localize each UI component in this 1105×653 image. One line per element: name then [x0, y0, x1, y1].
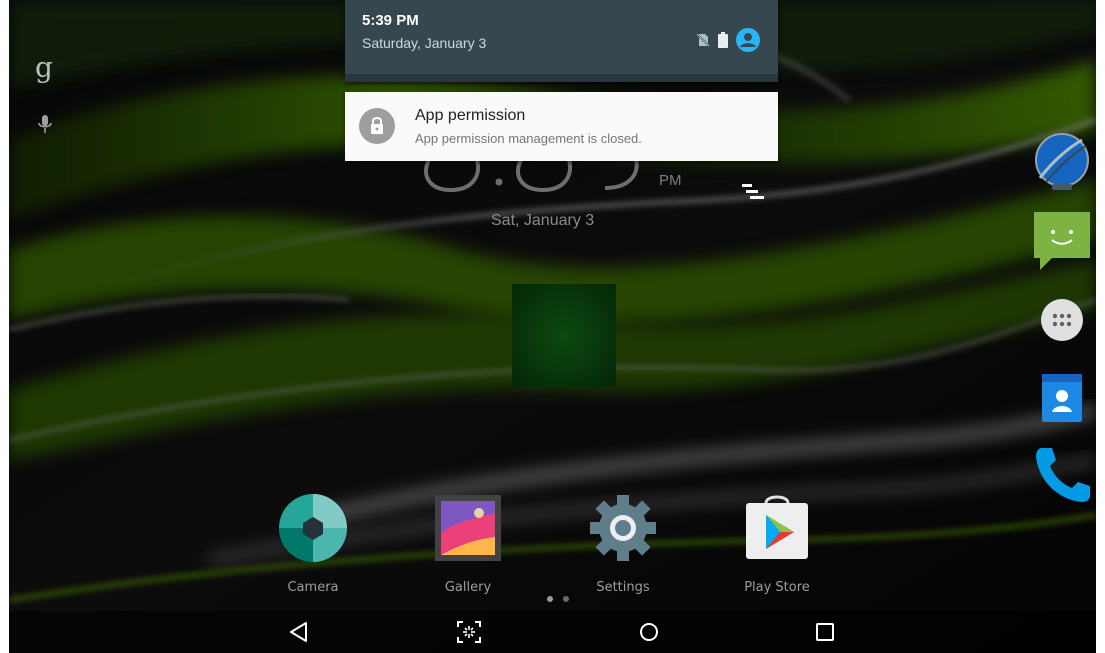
camera-label: Camera	[287, 580, 339, 595]
play-store-app[interactable]: Play Store	[722, 493, 832, 603]
apps-grid-icon	[1041, 299, 1083, 341]
camera-app[interactable]: Camera	[258, 493, 368, 603]
notification-app-permission[interactable]: App permission App permission management…	[345, 92, 778, 161]
microphone-icon[interactable]	[37, 114, 53, 136]
phone-app[interactable]	[1032, 444, 1092, 504]
recents-icon[interactable]	[812, 620, 838, 644]
settings-label: Settings	[596, 580, 650, 595]
play-store-icon	[746, 495, 808, 559]
phone-icon	[1036, 448, 1090, 502]
page-indicator	[547, 596, 569, 602]
shade-divider	[345, 74, 778, 82]
notification-text: App permission management is closed.	[415, 131, 642, 146]
gallery-label: Gallery	[444, 580, 492, 595]
messaging-icon	[1034, 212, 1090, 270]
lock-icon	[371, 117, 383, 134]
page-dot-1	[547, 596, 553, 602]
camera-icon	[279, 494, 347, 562]
messaging-app[interactable]	[1032, 210, 1092, 270]
clock-menu-icon[interactable]	[742, 182, 764, 202]
browser-icon[interactable]	[1032, 132, 1092, 192]
settings-icon	[590, 495, 656, 561]
notification-icon-circle	[359, 108, 395, 144]
gallery-icon	[435, 495, 501, 561]
battery-icon	[718, 32, 728, 48]
shade-time: 5:39 PM	[362, 12, 419, 29]
gallery-app[interactable]: Gallery	[413, 493, 523, 603]
globe-icon	[1035, 133, 1089, 190]
all-apps-button[interactable]	[1032, 290, 1092, 350]
google-icon[interactable]: g	[35, 54, 53, 82]
home-screen: g PM Sat, January 3 5:39 PM Saturday, Ja…	[9, 0, 1096, 653]
page-dot-2	[563, 596, 569, 602]
status-icons	[696, 28, 760, 52]
back-icon[interactable]	[286, 620, 312, 644]
contacts-app[interactable]	[1032, 368, 1092, 428]
shade-date: Saturday, January 3	[362, 35, 487, 51]
clock-date: Sat, January 3	[491, 212, 595, 229]
navigation-bar	[9, 611, 1096, 653]
clock-ampm: PM	[659, 172, 682, 189]
settings-app[interactable]: Settings	[568, 493, 678, 603]
home-icon[interactable]	[636, 620, 662, 644]
wallpaper-green-square	[512, 284, 616, 387]
user-account-icon[interactable]	[736, 28, 760, 52]
contacts-icon	[1042, 374, 1082, 422]
notification-title: App permission	[415, 107, 526, 124]
notification-shade-header[interactable]: 5:39 PM Saturday, January 3	[345, 0, 778, 82]
screenshot-icon[interactable]	[456, 620, 482, 644]
no-sim-icon	[696, 33, 710, 47]
play-store-label: Play Store	[744, 580, 810, 595]
